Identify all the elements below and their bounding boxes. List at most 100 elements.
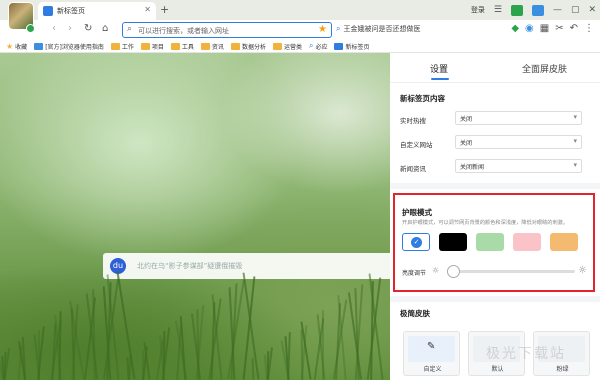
- sun-large-icon: ☼: [578, 265, 587, 276]
- bookmark-label: 收藏: [15, 43, 28, 51]
- hot-search-select[interactable]: 关闭 ▾: [455, 111, 582, 125]
- bookmark-item[interactable]: ⌕ 必应: [309, 41, 328, 51]
- undo-icon[interactable]: ↶: [570, 23, 578, 34]
- skin-label: 自定义: [423, 366, 442, 373]
- settings-tabs: 设置 全面屏皮肤: [390, 53, 600, 83]
- news-select[interactable]: 关闭新闻 ▾: [455, 159, 582, 173]
- tab-title: 新标签页: [57, 7, 85, 15]
- forward-button[interactable]: ›: [68, 23, 72, 34]
- chevron-down-icon: ▾: [573, 113, 577, 121]
- bookmark-label: 数据分析: [241, 43, 266, 51]
- bookmark-folder[interactable]: 资讯: [200, 42, 224, 51]
- color-swatch[interactable]: [550, 233, 578, 251]
- color-swatch[interactable]: [513, 233, 541, 251]
- new-tab-button[interactable]: +: [160, 3, 169, 16]
- bookmark-label: 资讯: [211, 43, 224, 51]
- grass-blade: [58, 310, 62, 380]
- bookmark-label: 新标签页: [345, 43, 370, 51]
- maximize-icon[interactable]: ▢: [571, 5, 580, 15]
- title-bar: 新标签页 ✕ + 登录 ☰ — ▢ ✕: [0, 0, 600, 20]
- folder-icon: [230, 42, 240, 50]
- color-swatch[interactable]: ✓: [402, 233, 430, 251]
- bookmark-folder[interactable]: 数据分析: [230, 42, 266, 51]
- search-icon: ⌕: [336, 24, 341, 33]
- window-controls: 登录 ☰ — ▢ ✕: [471, 2, 596, 18]
- bookmark-label: 工作: [121, 43, 134, 51]
- color-swatch[interactable]: [476, 233, 504, 251]
- eye-care-colors: ✓: [402, 233, 578, 251]
- skin-thumbnail: ✎: [408, 336, 455, 362]
- hot-news[interactable]: ⌕ 王金娥被问是否还想做医: [336, 24, 420, 34]
- close-window-icon[interactable]: ✕: [588, 5, 596, 15]
- folder-icon: [110, 42, 120, 50]
- divider: [390, 296, 600, 302]
- chevron-down-icon: ▾: [573, 161, 577, 169]
- bookmark-label: 运营类: [283, 43, 302, 51]
- bookmark-item[interactable]: [官方]浏览器使用指南: [34, 42, 104, 51]
- brightness-slider[interactable]: [447, 265, 575, 278]
- refresh-button[interactable]: ↻: [84, 23, 92, 34]
- more-icon[interactable]: ⋮: [584, 23, 594, 34]
- cut-icon[interactable]: ✂: [555, 23, 563, 34]
- select-value: 关闭新闻: [460, 164, 485, 171]
- settings-panel: 设置 全面屏皮肤 新标签页内容 实时热搜 关闭 ▾ 自定义网站 关闭 ▾ 新闻资…: [390, 53, 600, 380]
- skin-label: 默认: [491, 366, 504, 373]
- search-box[interactable]: du: [103, 253, 390, 279]
- bookmark-item[interactable]: ★ 收藏: [6, 42, 27, 51]
- newtab-section-title: 新标签页内容: [400, 94, 445, 103]
- bookmark-folder[interactable]: 运营类: [272, 42, 302, 51]
- bookmark-label: 项目: [151, 43, 164, 51]
- bookmark-star-icon[interactable]: ★: [318, 24, 327, 35]
- pen-icon: ✎: [427, 341, 436, 352]
- menu-icon[interactable]: ☰: [494, 5, 502, 15]
- select-value: 关闭: [460, 116, 473, 123]
- extension-icon[interactable]: [510, 4, 523, 16]
- skin-icon[interactable]: [531, 4, 544, 16]
- bookmark-label: [官方]浏览器使用指南: [45, 43, 104, 51]
- sun-small-icon: ☼: [432, 266, 440, 275]
- tab-settings[interactable]: 设置: [430, 62, 448, 75]
- back-button[interactable]: ‹: [52, 23, 56, 34]
- bookmark-item[interactable]: 新标签页: [334, 42, 369, 51]
- hot-news-text[interactable]: 王金娥被问是否还想做医: [343, 24, 420, 34]
- eye-care-title: 护眼模式: [402, 208, 432, 217]
- search-icon: ⌕: [127, 24, 133, 34]
- extension-icon[interactable]: ◆: [511, 23, 519, 34]
- slider-thumb[interactable]: [447, 265, 461, 278]
- color-swatch[interactable]: [439, 233, 467, 251]
- folder-icon: [140, 42, 150, 50]
- address-bar[interactable]: ⌕ ★: [122, 22, 332, 38]
- grass-blade: [287, 331, 291, 380]
- apps-icon[interactable]: ▦: [540, 23, 549, 34]
- bookmark-folder[interactable]: 项目: [140, 42, 164, 51]
- hot-search-label: 实时热搜: [400, 117, 426, 125]
- check-icon: ✓: [411, 237, 422, 248]
- active-tab-indicator: [431, 78, 449, 80]
- bookmarks-list: ★ 收藏 [官方]浏览器使用指南 工作 项目 工具 资讯 数据分析 运营类 ⌕ 必应…: [6, 41, 369, 51]
- grass-blade: [322, 310, 324, 380]
- wallpaper: du: [0, 53, 390, 380]
- brightness-label: 亮度调节: [402, 270, 427, 277]
- folder-icon: [272, 42, 282, 50]
- bookmark-folder[interactable]: 工作: [110, 42, 134, 51]
- skin-custom[interactable]: ✎ 自定义: [403, 331, 460, 376]
- login-button[interactable]: 登录: [471, 5, 485, 15]
- home-button[interactable]: ⌂: [102, 23, 108, 34]
- tab-newtab[interactable]: 新标签页 ✕: [38, 2, 156, 20]
- search-input[interactable]: [137, 260, 377, 272]
- bookmark-folder[interactable]: 工具: [170, 42, 194, 51]
- tab-fullscreen-skin[interactable]: 全面屏皮肤: [522, 62, 567, 75]
- custom-site-select[interactable]: 关闭 ▾: [455, 135, 582, 149]
- custom-site-label: 自定义网站: [400, 141, 433, 149]
- divider: [390, 183, 600, 189]
- bookmark-label: 必应: [315, 43, 328, 51]
- minimize-icon[interactable]: —: [553, 5, 562, 15]
- bookmark-label: 工具: [181, 43, 194, 51]
- translate-icon[interactable]: ◉: [525, 23, 534, 34]
- star-icon: ★: [6, 41, 14, 51]
- eye-care-description: 开启护眼模式，可以调节网页背景的颜色和深浅度，降低对眼睛的刺激。: [402, 220, 569, 226]
- address-input[interactable]: [138, 25, 313, 36]
- status-badge: [26, 24, 35, 33]
- search-icon: ⌕: [308, 41, 314, 50]
- close-tab-icon[interactable]: ✕: [144, 5, 151, 14]
